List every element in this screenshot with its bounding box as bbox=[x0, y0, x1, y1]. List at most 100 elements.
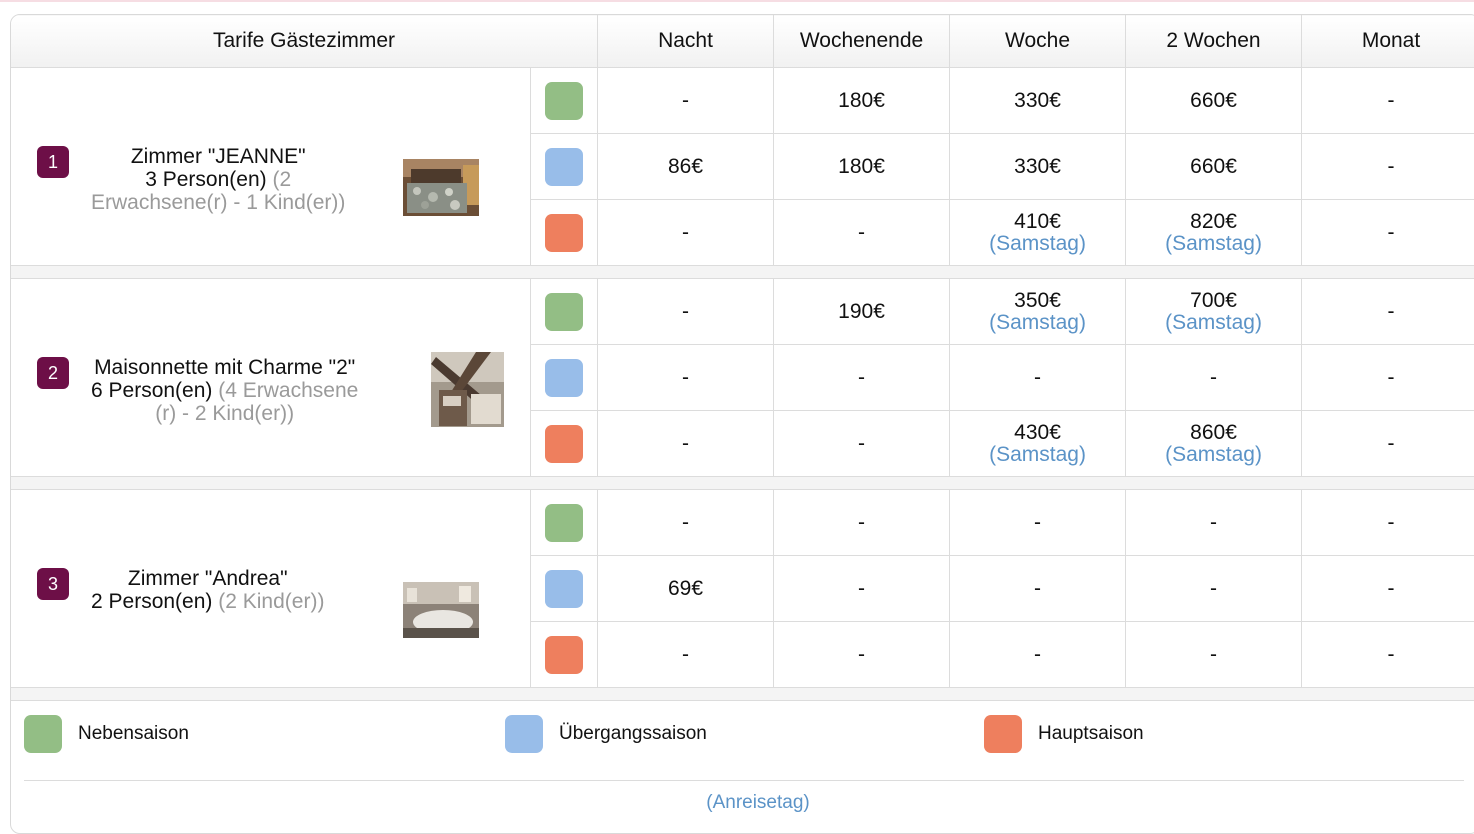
price-value: - bbox=[598, 644, 773, 666]
price-value: - bbox=[950, 578, 1125, 600]
legend-mid-season: Übergangssaison bbox=[505, 715, 707, 753]
season-swatch-cell bbox=[531, 622, 598, 688]
price-value: - bbox=[950, 512, 1125, 534]
price-value: 180€ bbox=[774, 156, 949, 178]
price-weekend: 190€ bbox=[774, 279, 950, 345]
price-value: 180€ bbox=[774, 90, 949, 112]
legend-mid-label: Übergangssaison bbox=[559, 723, 707, 745]
price-value: 86€ bbox=[598, 156, 773, 178]
room-name[interactable]: Zimmer "Andrea" bbox=[91, 567, 324, 590]
column-header-weekend: Wochenende bbox=[774, 15, 950, 68]
price-value: 330€ bbox=[950, 156, 1125, 178]
table-row: 3 Zimmer "Andrea" 2 Person(en) (2 Kind(e… bbox=[11, 490, 1474, 556]
room-detail-1: (2 bbox=[272, 168, 291, 191]
price-value: - bbox=[774, 512, 949, 534]
price-month: - bbox=[1302, 556, 1474, 622]
column-header-night: Nacht bbox=[598, 15, 774, 68]
price-value: - bbox=[1302, 156, 1474, 178]
arrival-day-note: (Samstag) bbox=[1126, 233, 1301, 255]
arrival-day-note: (Samstag) bbox=[1126, 312, 1301, 334]
price-value: - bbox=[1126, 644, 1301, 666]
price-value: 410€ bbox=[950, 211, 1125, 233]
price-weekend: - bbox=[774, 622, 950, 688]
price-value: - bbox=[598, 367, 773, 389]
room-photo[interactable] bbox=[431, 352, 504, 427]
price-night: - bbox=[598, 411, 774, 477]
high-season-swatch bbox=[545, 214, 583, 252]
price-night: - bbox=[598, 279, 774, 345]
price-night: - bbox=[598, 345, 774, 411]
low-season-swatch bbox=[545, 504, 583, 542]
table-row: 2 Maisonnette mit Charme "2" 6 Person(en… bbox=[11, 279, 1474, 345]
price-value: - bbox=[774, 433, 949, 455]
room-separator bbox=[11, 266, 1474, 279]
price-value: - bbox=[598, 301, 773, 323]
column-header-month: Monat bbox=[1302, 15, 1474, 68]
legend-divider bbox=[24, 780, 1464, 781]
room-name[interactable]: Maisonnette mit Charme "2" bbox=[91, 356, 358, 379]
price-week: - bbox=[950, 345, 1126, 411]
room-detail-2: Erwachsene(r) - 1 Kind(er)) bbox=[91, 191, 345, 214]
price-week: - bbox=[950, 622, 1126, 688]
price-value: 69€ bbox=[598, 578, 773, 600]
column-header-two-weeks: 2 Wochen bbox=[1126, 15, 1302, 68]
price-value: - bbox=[598, 512, 773, 534]
price-value: 660€ bbox=[1126, 156, 1301, 178]
arrival-day-note: (Samstag) bbox=[950, 233, 1125, 255]
price-week: 350€(Samstag) bbox=[950, 279, 1126, 345]
price-night: - bbox=[598, 200, 774, 266]
legend-row: Nebensaison Übergangssaison Hauptsaison … bbox=[11, 701, 1474, 828]
price-week: - bbox=[950, 490, 1126, 556]
mid-season-swatch bbox=[545, 570, 583, 608]
room-separator bbox=[11, 688, 1474, 701]
price-two-weeks: - bbox=[1126, 556, 1302, 622]
price-weekend: - bbox=[774, 200, 950, 266]
price-month: - bbox=[1302, 411, 1474, 477]
price-week: 330€ bbox=[950, 134, 1126, 200]
room-detail-2: (r) - 2 Kind(er)) bbox=[91, 402, 358, 425]
price-value: - bbox=[1302, 433, 1474, 455]
price-value: 820€ bbox=[1126, 211, 1301, 233]
price-two-weeks: - bbox=[1126, 345, 1302, 411]
price-value: 350€ bbox=[950, 290, 1125, 312]
price-two-weeks: 860€(Samstag) bbox=[1126, 411, 1302, 477]
high-season-swatch bbox=[984, 715, 1022, 753]
season-legend: Nebensaison Übergangssaison Hauptsaison … bbox=[11, 701, 1474, 827]
price-night: 69€ bbox=[598, 556, 774, 622]
price-night: 86€ bbox=[598, 134, 774, 200]
price-two-weeks: 660€ bbox=[1126, 134, 1302, 200]
price-value: - bbox=[950, 644, 1125, 666]
price-two-weeks: - bbox=[1126, 490, 1302, 556]
table-row: 1 Zimmer "JEANNE" 3 Person(en) (2 Erwach… bbox=[11, 68, 1474, 134]
season-swatch-cell bbox=[531, 200, 598, 266]
arrival-day-note: (Samstag) bbox=[950, 312, 1125, 334]
price-value: - bbox=[774, 644, 949, 666]
price-value: 660€ bbox=[1126, 90, 1301, 112]
room-cell: 1 Zimmer "JEANNE" 3 Person(en) (2 Erwach… bbox=[11, 68, 531, 266]
room-description: Maisonnette mit Charme "2" 6 Person(en) … bbox=[91, 356, 358, 425]
room-description: Zimmer "Andrea" 2 Person(en) (2 Kind(er)… bbox=[91, 567, 324, 613]
price-month: - bbox=[1302, 200, 1474, 266]
price-night: - bbox=[598, 490, 774, 556]
separator-cell bbox=[11, 477, 1474, 490]
price-value: - bbox=[1302, 222, 1474, 244]
price-month: - bbox=[1302, 345, 1474, 411]
price-value: - bbox=[774, 222, 949, 244]
room-photo[interactable] bbox=[403, 159, 479, 216]
legend-low-label: Nebensaison bbox=[78, 723, 189, 745]
room-name[interactable]: Zimmer "JEANNE" bbox=[91, 145, 345, 168]
room-number-badge: 3 bbox=[37, 568, 69, 600]
high-season-swatch bbox=[545, 636, 583, 674]
low-season-swatch bbox=[24, 715, 62, 753]
legend-cell: Nebensaison Übergangssaison Hauptsaison … bbox=[11, 701, 1474, 828]
room-photo[interactable] bbox=[403, 582, 479, 638]
legend-high-label: Hauptsaison bbox=[1038, 723, 1144, 745]
price-two-weeks: 820€(Samstag) bbox=[1126, 200, 1302, 266]
room-number-badge: 1 bbox=[37, 146, 69, 178]
price-value: 330€ bbox=[950, 90, 1125, 112]
legend-high-season: Hauptsaison bbox=[984, 715, 1144, 753]
price-month: - bbox=[1302, 68, 1474, 134]
price-night: - bbox=[598, 68, 774, 134]
price-two-weeks: 660€ bbox=[1126, 68, 1302, 134]
price-month: - bbox=[1302, 134, 1474, 200]
